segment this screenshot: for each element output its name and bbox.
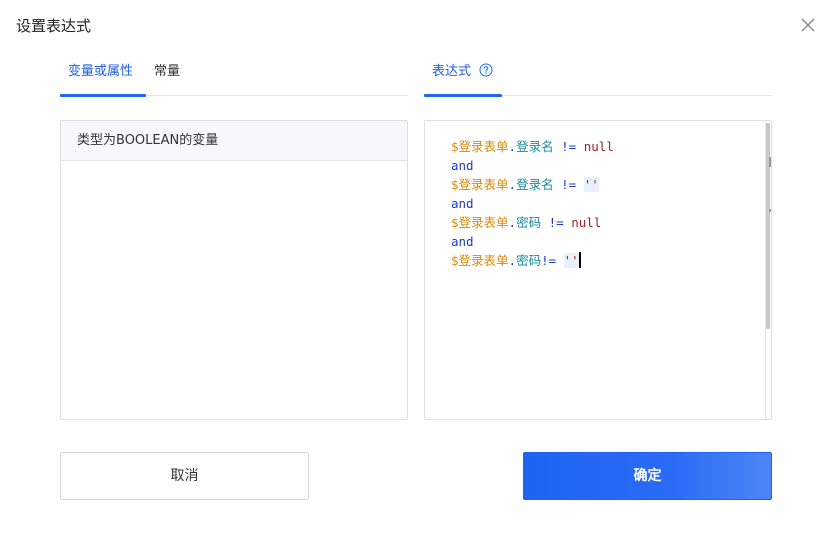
code-line: and [451, 232, 614, 251]
code-area[interactable]: $登录表单.登录名 != null and $登录表单.登录名 != '' and $登… [451, 137, 614, 270]
tab-expression[interactable]: 表达式 [424, 58, 502, 97]
confirm-button[interactable]: 确定 [523, 452, 772, 500]
tab-label: 表达式 [432, 64, 472, 79]
code-token-op: != [553, 139, 584, 154]
code-token-prop: 登录名 [516, 177, 554, 192]
expression-editor[interactable]: $登录表单.登录名 != null and $登录表单.登录名 != '' and $登… [424, 120, 772, 420]
tab-label: 变量或属性 [68, 64, 134, 79]
code-token-null: null [583, 139, 614, 154]
code-token-and: and [451, 234, 474, 249]
code-line: $登录表单.登录名 != '' [451, 175, 614, 194]
scrollbar-marker [769, 157, 771, 167]
variables-list-header: 类型为BOOLEAN的变量 [61, 121, 407, 161]
code-token-op: != [553, 177, 584, 192]
code-line: and [451, 194, 614, 213]
code-token-op: != [541, 215, 572, 230]
code-token-null: null [571, 215, 602, 230]
code-token-var: $登录表单 [451, 177, 509, 192]
variables-panel: 类型为BOOLEAN的变量 [60, 120, 408, 420]
dialog-title: 设置表达式 [16, 17, 92, 35]
code-line: $登录表单.登录名 != null [451, 137, 614, 156]
code-token-var: $登录表单 [451, 139, 509, 154]
tab-constants[interactable]: 常量 [154, 58, 194, 96]
editor-scrollbar[interactable] [765, 121, 771, 419]
tab-variables-or-properties[interactable]: 变量或属性 [60, 58, 146, 97]
help-circle-icon[interactable] [479, 63, 493, 77]
active-tab-indicator [424, 94, 502, 97]
code-token-op: . [508, 253, 517, 268]
code-token-and: and [451, 196, 474, 211]
code-token-op: . [508, 215, 517, 230]
variables-list[interactable] [61, 161, 407, 419]
close-button[interactable] [799, 16, 817, 34]
text-caret [578, 252, 581, 268]
code-token-var: $登录表单 [451, 215, 509, 230]
code-line: $登录表单.密码 != null [451, 213, 614, 232]
cancel-button[interactable]: 取消 [60, 452, 309, 500]
code-token-prop: 登录名 [516, 139, 554, 154]
code-token-op: != [541, 253, 564, 268]
code-line: and [451, 156, 614, 175]
code-token-prop: 密码 [516, 215, 542, 230]
code-token-var: $登录表单 [451, 253, 509, 268]
active-tab-indicator [60, 94, 146, 97]
code-token-op: . [508, 177, 517, 192]
code-token-str: '' [563, 253, 579, 268]
code-line: $登录表单.密码!= '' [451, 251, 614, 270]
code-token-str: '' [583, 177, 599, 192]
left-tab-bar: 变量或属性 常量 [60, 58, 408, 97]
code-token-and: and [451, 158, 474, 173]
tab-label: 常量 [154, 64, 181, 79]
scrollbar-marker [769, 209, 771, 212]
right-tab-bar: 表达式 [424, 58, 772, 97]
code-token-op: . [508, 139, 517, 154]
close-icon [801, 18, 815, 32]
code-token-prop: 密码 [516, 253, 542, 268]
scrollbar-thumb[interactable] [766, 123, 770, 329]
